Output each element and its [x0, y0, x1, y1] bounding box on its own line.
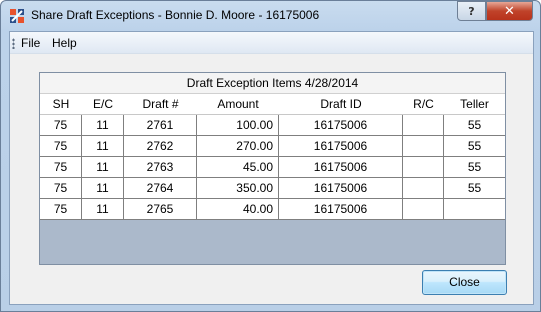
close-icon[interactable]: ✕ — [486, 1, 533, 21]
cell-sh[interactable]: 75 — [40, 178, 82, 199]
cell-draft-number[interactable]: 2761 — [124, 115, 197, 136]
cell-amount[interactable]: 350.00 — [197, 178, 279, 199]
title-bar[interactable]: Share Draft Exceptions - Bonnie D. Moore… — [1, 1, 540, 31]
cell-ec[interactable]: 11 — [82, 115, 124, 136]
menu-bar: File Help — [10, 32, 533, 54]
cell-teller[interactable]: 55 — [444, 178, 505, 199]
cell-amount[interactable]: 270.00 — [197, 136, 279, 157]
cell-amount[interactable]: 45.00 — [197, 157, 279, 178]
cell-draft-id[interactable]: 16175006 — [279, 157, 403, 178]
share-draft-exceptions-window: Share Draft Exceptions - Bonnie D. Moore… — [0, 0, 541, 312]
column-header-amount[interactable]: Amount — [197, 94, 279, 115]
cell-teller[interactable]: 55 — [444, 136, 505, 157]
table-row[interactable]: 75 11 2763 45.00 16175006 55 — [40, 157, 505, 178]
cell-draft-id[interactable]: 16175006 — [279, 115, 403, 136]
column-header-rc[interactable]: R/C — [403, 94, 444, 115]
cell-sh[interactable]: 75 — [40, 115, 82, 136]
app-icon — [10, 9, 24, 23]
cell-rc[interactable] — [403, 115, 444, 136]
cell-ec[interactable]: 11 — [82, 136, 124, 157]
cell-draft-number[interactable]: 2764 — [124, 178, 197, 199]
column-header-draft-id[interactable]: Draft ID — [279, 94, 403, 115]
grid-caption: Draft Exception Items 4/28/2014 — [40, 73, 505, 94]
help-icon[interactable]: ? — [457, 1, 486, 21]
cell-amount[interactable]: 100.00 — [197, 115, 279, 136]
cell-ec[interactable]: 11 — [82, 199, 124, 220]
cell-teller[interactable]: 55 — [444, 115, 505, 136]
cell-teller[interactable] — [444, 199, 505, 220]
column-header-sh[interactable]: SH — [40, 94, 82, 115]
cell-sh[interactable]: 75 — [40, 136, 82, 157]
column-header-ec[interactable]: E/C — [82, 94, 124, 115]
cell-rc[interactable] — [403, 157, 444, 178]
cell-teller[interactable]: 55 — [444, 157, 505, 178]
cell-sh[interactable]: 75 — [40, 157, 82, 178]
table-row[interactable]: 75 11 2764 350.00 16175006 55 — [40, 178, 505, 199]
cell-draft-number[interactable]: 2762 — [124, 136, 197, 157]
grid-header: SH E/C Draft # Amount Draft ID R/C Telle… — [40, 94, 505, 115]
menu-help[interactable]: Help — [52, 36, 77, 50]
table-row[interactable]: 75 11 2761 100.00 16175006 55 — [40, 115, 505, 136]
cell-amount[interactable]: 40.00 — [197, 199, 279, 220]
grip-icon[interactable] — [12, 38, 15, 49]
cell-rc[interactable] — [403, 136, 444, 157]
column-header-teller[interactable]: Teller — [444, 94, 505, 115]
cell-draft-number[interactable]: 2765 — [124, 199, 197, 220]
draft-exception-grid[interactable]: Draft Exception Items 4/28/2014 SH E/C D… — [39, 72, 506, 265]
cell-ec[interactable]: 11 — [82, 157, 124, 178]
table-row[interactable]: 75 11 2765 40.00 16175006 — [40, 199, 505, 220]
cell-draft-number[interactable]: 2763 — [124, 157, 197, 178]
close-button[interactable]: Close — [422, 270, 507, 295]
cell-sh[interactable]: 75 — [40, 199, 82, 220]
column-header-draft-number[interactable]: Draft # — [124, 94, 197, 115]
cell-draft-id[interactable]: 16175006 — [279, 178, 403, 199]
cell-rc[interactable] — [403, 199, 444, 220]
cell-draft-id[interactable]: 16175006 — [279, 136, 403, 157]
table-row[interactable]: 75 11 2762 270.00 16175006 55 — [40, 136, 505, 157]
cell-rc[interactable] — [403, 178, 444, 199]
cell-draft-id[interactable]: 16175006 — [279, 199, 403, 220]
dialog-client-area: File Help Draft Exception Items 4/28/201… — [9, 31, 534, 305]
window-title: Share Draft Exceptions - Bonnie D. Moore… — [31, 8, 320, 22]
menu-file[interactable]: File — [21, 36, 40, 50]
cell-ec[interactable]: 11 — [82, 178, 124, 199]
